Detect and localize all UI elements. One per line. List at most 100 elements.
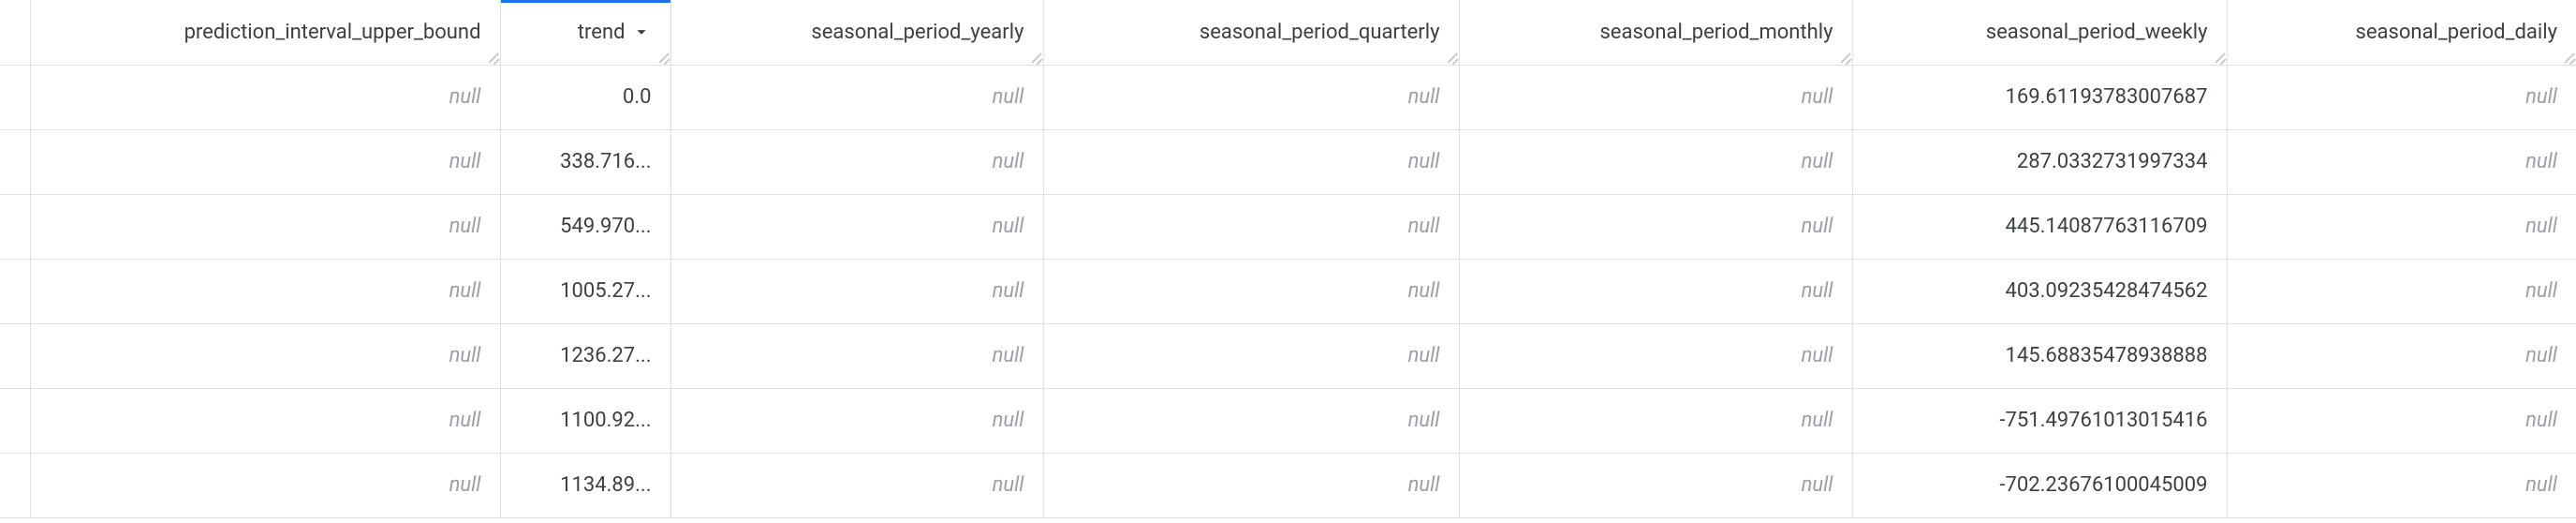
- column-header-trend[interactable]: trend: [500, 0, 670, 65]
- cell-prediction_interval_upper_bound[interactable]: null: [30, 194, 500, 259]
- cell-seasonal_period_quarterly[interactable]: null: [1043, 453, 1459, 517]
- cell-trend[interactable]: 1236.27...: [500, 323, 670, 388]
- cell-seasonal_period_weekly[interactable]: -751.49761013015416: [1852, 388, 2227, 453]
- column-resize-handle[interactable]: [2212, 50, 2225, 63]
- cell-seasonal_period_weekly[interactable]: 403.09235428474562: [1852, 259, 2227, 323]
- cell-seasonal_period_weekly[interactable]: 169.61193783007687: [1852, 65, 2227, 129]
- cell-seasonal_period_yearly[interactable]: null: [670, 129, 1043, 194]
- cell-seasonal_period_yearly[interactable]: null: [670, 453, 1043, 517]
- cell-value: 338.716...: [560, 150, 651, 173]
- cell-value: 549.970...: [560, 215, 651, 238]
- cell-value: null: [2525, 473, 2557, 497]
- column-label: seasonal_period_yearly: [811, 21, 1023, 44]
- column-header-seasonal_period_monthly[interactable]: seasonal_period_monthly: [1459, 0, 1852, 65]
- cell-prediction_interval_upper_bound[interactable]: null: [30, 323, 500, 388]
- cell-seasonal_period_monthly[interactable]: null: [1459, 453, 1852, 517]
- cell-trend[interactable]: 338.716...: [500, 129, 670, 194]
- cell-seasonal_period_weekly[interactable]: -702.23676100045009: [1852, 453, 2227, 517]
- column-header-prediction_interval_upper_bound[interactable]: prediction_interval_upper_bound: [30, 0, 500, 65]
- cell-seasonal_period_daily[interactable]: null: [2227, 65, 2576, 129]
- row-number-cell: [0, 323, 30, 388]
- cell-prediction_interval_upper_bound[interactable]: null: [30, 453, 500, 517]
- cell-seasonal_period_quarterly[interactable]: null: [1043, 129, 1459, 194]
- cell-seasonal_period_daily[interactable]: null: [2227, 388, 2576, 453]
- cell-value: null: [1802, 215, 1833, 238]
- cell-prediction_interval_upper_bound[interactable]: null: [30, 388, 500, 453]
- column-label: seasonal_period_weekly: [1986, 21, 2208, 44]
- cell-value: null: [993, 215, 1024, 238]
- cell-trend[interactable]: 1134.89...: [500, 453, 670, 517]
- cell-value: null: [2525, 150, 2557, 173]
- column-resize-handle[interactable]: [2561, 50, 2574, 63]
- cell-value: 169.61193783007687: [2006, 85, 2208, 109]
- cell-seasonal_period_weekly[interactable]: 445.14087763116709: [1852, 194, 2227, 259]
- cell-value: null: [1408, 344, 1440, 367]
- row-number-cell: [0, 259, 30, 323]
- cell-seasonal_period_yearly[interactable]: null: [670, 388, 1043, 453]
- cell-value: 287.0332731997334: [2017, 150, 2208, 173]
- cell-seasonal_period_quarterly[interactable]: null: [1043, 194, 1459, 259]
- cell-trend[interactable]: 1005.27...: [500, 259, 670, 323]
- table-row: null1100.92...nullnullnull-751.497610130…: [0, 388, 2576, 453]
- cell-seasonal_period_quarterly[interactable]: null: [1043, 65, 1459, 129]
- table-row: null0.0nullnullnull169.61193783007687nul…: [0, 65, 2576, 129]
- cell-value: null: [993, 409, 1024, 432]
- cell-value: null: [449, 215, 481, 238]
- column-header-seasonal_period_daily[interactable]: seasonal_period_daily: [2227, 0, 2576, 65]
- cell-seasonal_period_monthly[interactable]: null: [1459, 323, 1852, 388]
- cell-seasonal_period_quarterly[interactable]: null: [1043, 388, 1459, 453]
- row-number-cell: [0, 194, 30, 259]
- cell-seasonal_period_monthly[interactable]: null: [1459, 388, 1852, 453]
- cell-seasonal_period_yearly[interactable]: null: [670, 194, 1043, 259]
- cell-seasonal_period_yearly[interactable]: null: [670, 259, 1043, 323]
- cell-trend[interactable]: 0.0: [500, 65, 670, 129]
- column-resize-handle[interactable]: [485, 50, 498, 63]
- cell-value: null: [449, 473, 481, 497]
- column-header-seasonal_period_quarterly[interactable]: seasonal_period_quarterly: [1043, 0, 1459, 65]
- row-number-cell: [0, 129, 30, 194]
- cell-seasonal_period_daily[interactable]: null: [2227, 259, 2576, 323]
- cell-value: null: [993, 150, 1024, 173]
- cell-prediction_interval_upper_bound[interactable]: null: [30, 65, 500, 129]
- cell-value: 403.09235428474562: [2006, 279, 2208, 303]
- column-header-seasonal_period_yearly[interactable]: seasonal_period_yearly: [670, 0, 1043, 65]
- cell-seasonal_period_weekly[interactable]: 287.0332731997334: [1852, 129, 2227, 194]
- cell-seasonal_period_weekly[interactable]: 145.68835478938888: [1852, 323, 2227, 388]
- cell-value: null: [2525, 409, 2557, 432]
- cell-seasonal_period_daily[interactable]: null: [2227, 129, 2576, 194]
- cell-value: null: [993, 279, 1024, 303]
- cell-seasonal_period_daily[interactable]: null: [2227, 194, 2576, 259]
- column-resize-handle[interactable]: [1028, 50, 1041, 63]
- cell-seasonal_period_monthly[interactable]: null: [1459, 65, 1852, 129]
- cell-prediction_interval_upper_bound[interactable]: null: [30, 259, 500, 323]
- cell-seasonal_period_yearly[interactable]: null: [670, 323, 1043, 388]
- cell-value: 145.68835478938888: [2006, 344, 2208, 367]
- cell-value: null: [1408, 215, 1440, 238]
- cell-value: null: [2525, 85, 2557, 109]
- cell-seasonal_period_daily[interactable]: null: [2227, 323, 2576, 388]
- column-header-seasonal_period_weekly[interactable]: seasonal_period_weekly: [1852, 0, 2227, 65]
- cell-trend[interactable]: 549.970...: [500, 194, 670, 259]
- cell-seasonal_period_monthly[interactable]: null: [1459, 194, 1852, 259]
- cell-seasonal_period_monthly[interactable]: null: [1459, 259, 1852, 323]
- column-resize-handle[interactable]: [1837, 50, 1850, 63]
- column-label: trend: [578, 21, 626, 44]
- cell-value: null: [449, 85, 481, 109]
- cell-seasonal_period_daily[interactable]: null: [2227, 453, 2576, 517]
- cell-value: 1134.89...: [560, 473, 651, 497]
- cell-seasonal_period_quarterly[interactable]: null: [1043, 323, 1459, 388]
- cell-seasonal_period_monthly[interactable]: null: [1459, 129, 1852, 194]
- cell-value: -702.23676100045009: [1999, 473, 2207, 497]
- cell-seasonal_period_yearly[interactable]: null: [670, 65, 1043, 129]
- row-number-cell: [0, 453, 30, 517]
- row-number-header: [0, 0, 30, 65]
- column-resize-handle[interactable]: [655, 50, 669, 63]
- cell-trend[interactable]: 1100.92...: [500, 388, 670, 453]
- sort-descending-icon[interactable]: [631, 22, 652, 42]
- cell-value: null: [2525, 279, 2557, 303]
- cell-prediction_interval_upper_bound[interactable]: null: [30, 129, 500, 194]
- table-row: null1005.27...nullnullnull403.0923542847…: [0, 259, 2576, 323]
- column-resize-handle[interactable]: [1444, 50, 1457, 63]
- cell-value: null: [1408, 473, 1440, 497]
- cell-seasonal_period_quarterly[interactable]: null: [1043, 259, 1459, 323]
